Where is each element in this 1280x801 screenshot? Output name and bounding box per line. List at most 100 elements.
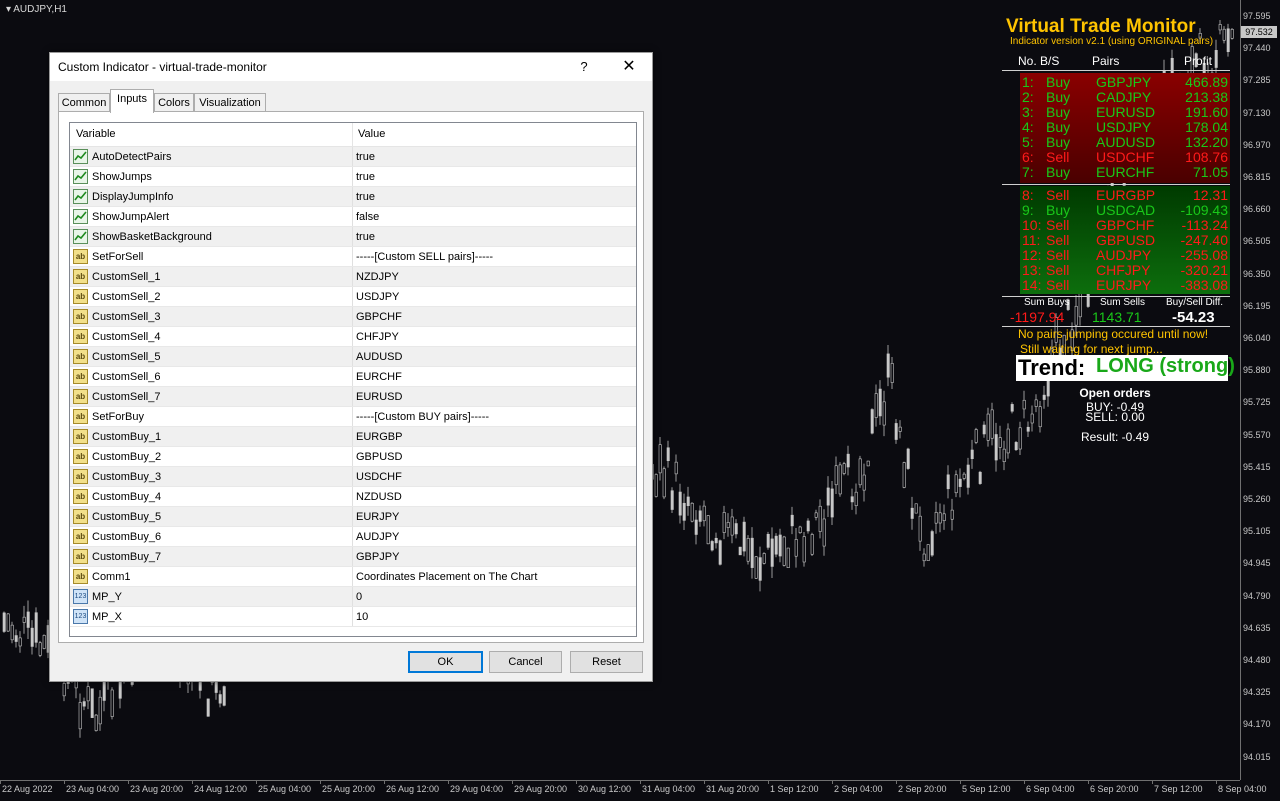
variable-value[interactable]: -----[Custom BUY pairs]----- [356, 407, 489, 427]
string-type-icon: ab [73, 389, 88, 404]
variable-value[interactable]: AUDJPY [356, 527, 399, 547]
variable-value[interactable]: NZDUSD [356, 487, 402, 507]
time-axis-tick [832, 780, 833, 784]
variable-value[interactable]: false [356, 207, 379, 227]
boolean-type-icon [73, 229, 88, 244]
input-row[interactable]: ab CustomBuy_5 EURJPY [70, 507, 636, 527]
basket-profit: 108.76 [1185, 149, 1228, 165]
variable-name: CustomBuy_5 [92, 511, 162, 523]
variable-value[interactable]: GBPCHF [356, 307, 402, 327]
input-row[interactable]: ab Comm1 Coordinates Placement on The Char… [70, 567, 636, 587]
basket-side: Buy [1046, 89, 1071, 105]
price-axis-label: 96.195 [1243, 300, 1271, 311]
trend-value: LONG (strong) [1096, 355, 1235, 377]
input-row[interactable]: ab CustomSell_1 NZDJPY [70, 267, 636, 287]
variable-value[interactable]: true [356, 227, 375, 247]
dialog-titlebar[interactable]: Custom Indicator - virtual-trade-monitor… [50, 53, 652, 81]
price-axis-label: 95.105 [1243, 526, 1271, 537]
basket-side: Sell [1046, 217, 1070, 233]
time-axis-tick [192, 780, 193, 784]
time-axis-label: 6 Sep 20:00 [1090, 784, 1139, 794]
input-row[interactable]: ab CustomBuy_1 EURGBP [70, 427, 636, 447]
input-row[interactable]: ab CustomBuy_6 AUDJPY [70, 527, 636, 547]
variable-value[interactable]: 10 [356, 607, 368, 627]
trend-label: Trend: [1018, 355, 1086, 380]
price-axis-label: 96.350 [1243, 268, 1271, 279]
price-axis-label: 94.325 [1243, 687, 1271, 698]
column-separator[interactable] [352, 123, 353, 146]
variable-value[interactable]: 0 [356, 587, 362, 607]
time-axis-tick [896, 780, 897, 784]
variable-value[interactable]: NZDJPY [356, 267, 399, 287]
input-row[interactable]: 123 MP_X 10 [70, 607, 636, 627]
column-variable[interactable]: Variable [76, 123, 116, 146]
variable-value[interactable]: CHFJPY [356, 327, 399, 347]
basket-row: 4: Buy USDJPY 178.04 [1020, 120, 1230, 135]
variable-value[interactable]: Coordinates Placement on The Chart [356, 567, 537, 587]
basket-row: 10: Sell GBPCHF -113.24 [1020, 218, 1230, 233]
reset-button[interactable]: Reset [570, 651, 643, 673]
tab-common[interactable]: Common [58, 93, 110, 112]
input-row[interactable]: AutoDetectPairs true [70, 147, 636, 167]
ok-button[interactable]: OK [408, 651, 483, 673]
variable-value[interactable]: true [356, 187, 375, 207]
cell-separator [352, 367, 353, 387]
input-row[interactable]: ab CustomSell_2 USDJPY [70, 287, 636, 307]
variable-value[interactable]: AUDUSD [356, 347, 402, 367]
basket-row: 5: Buy AUDUSD 132.20 [1020, 135, 1230, 150]
input-row[interactable]: DisplayJumpInfo true [70, 187, 636, 207]
input-row[interactable]: ab CustomBuy_3 USDCHF [70, 467, 636, 487]
string-type-icon: ab [73, 509, 88, 524]
price-axis-label: 97.285 [1243, 75, 1271, 86]
header-pairs: Pairs [1092, 54, 1120, 68]
variable-value[interactable]: true [356, 147, 375, 167]
price-axis-label: 95.260 [1243, 494, 1271, 504]
string-type-icon: ab [73, 569, 88, 584]
cancel-button[interactable]: Cancel [489, 651, 562, 673]
basket-num: 11: [1022, 232, 1041, 248]
variable-value[interactable]: USDJPY [356, 287, 399, 307]
basket-profit: 71.05 [1192, 164, 1228, 180]
variable-value[interactable]: GBPJPY [356, 547, 399, 567]
time-axis-tick [128, 780, 129, 784]
help-button[interactable]: ? [573, 57, 595, 77]
input-row[interactable]: ab SetForBuy -----[Custom BUY pairs]----- [70, 407, 636, 427]
variable-name: CustomBuy_6 [92, 531, 162, 543]
input-row[interactable]: ab CustomSell_6 EURCHF [70, 367, 636, 387]
input-row[interactable]: ShowBasketBackground true [70, 227, 636, 247]
input-row[interactable]: ab CustomBuy_2 GBPUSD [70, 447, 636, 467]
input-row[interactable]: ab SetForSell -----[Custom SELL pairs]----… [70, 247, 636, 267]
variable-name: CustomBuy_1 [92, 431, 162, 443]
input-row[interactable]: ab CustomBuy_7 GBPJPY [70, 547, 636, 567]
variable-value[interactable]: EURJPY [356, 507, 399, 527]
boolean-type-icon [73, 209, 88, 224]
input-row[interactable]: ShowJumps true [70, 167, 636, 187]
variable-name: CustomBuy_2 [92, 451, 162, 463]
variable-value[interactable]: true [356, 167, 375, 187]
input-row[interactable]: ab CustomSell_7 EURUSD [70, 387, 636, 407]
basket-num: 2: [1022, 89, 1034, 105]
variable-value[interactable]: EURUSD [356, 387, 402, 407]
input-row[interactable]: ShowJumpAlert false [70, 207, 636, 227]
column-value[interactable]: Value [358, 123, 385, 146]
cell-separator [352, 387, 353, 407]
input-row[interactable]: ab CustomSell_3 GBPCHF [70, 307, 636, 327]
basket-num: 3: [1022, 104, 1034, 120]
tab-colors[interactable]: Colors [154, 93, 194, 112]
variable-value[interactable]: EURCHF [356, 367, 402, 387]
variable-value[interactable]: EURGBP [356, 427, 402, 447]
variable-value[interactable]: USDCHF [356, 467, 402, 487]
string-type-icon: ab [73, 429, 88, 444]
input-row[interactable]: 123 MP_Y 0 [70, 587, 636, 607]
variable-name: SetForBuy [92, 411, 144, 423]
tab-visualization[interactable]: Visualization [194, 93, 266, 112]
input-row[interactable]: ab CustomBuy_4 NZDUSD [70, 487, 636, 507]
close-icon[interactable]: ✕ [617, 57, 641, 77]
input-row[interactable]: ab CustomSell_4 CHFJPY [70, 327, 636, 347]
time-axis-label: 22 Aug 2022 [2, 784, 53, 794]
variable-value[interactable]: GBPUSD [356, 447, 402, 467]
input-row[interactable]: ab CustomSell_5 AUDUSD [70, 347, 636, 367]
basket-side: Sell [1046, 149, 1070, 165]
tab-inputs[interactable]: Inputs [110, 89, 154, 113]
variable-value[interactable]: -----[Custom SELL pairs]----- [356, 247, 493, 267]
